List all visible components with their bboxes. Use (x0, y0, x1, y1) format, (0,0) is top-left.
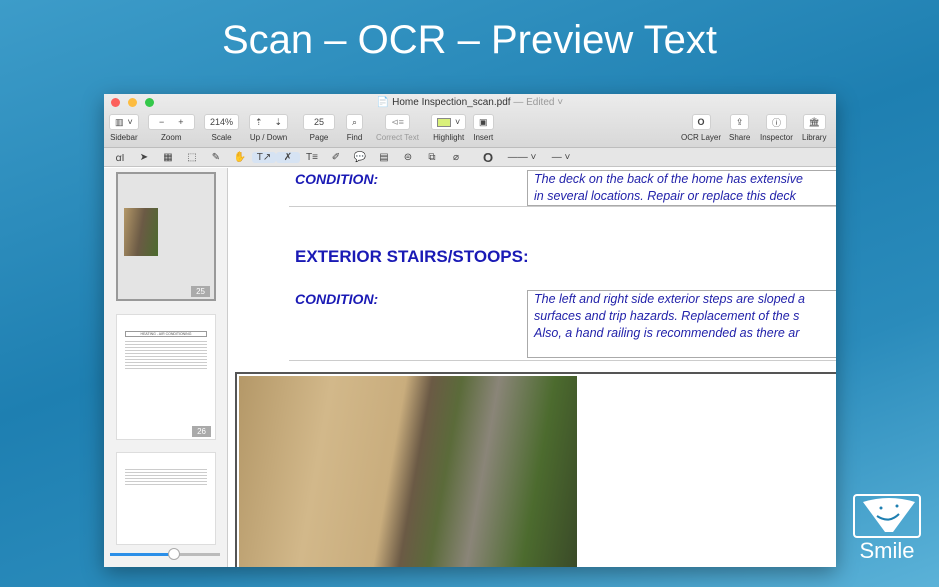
area-select-icon[interactable]: ▦ (156, 152, 180, 163)
stamp-icon[interactable]: ⊜ (396, 152, 420, 163)
edit-text-icon[interactable]: T↗ (252, 151, 276, 163)
zoom-out-button[interactable]: − (159, 117, 164, 127)
stairs-photo (239, 376, 577, 567)
slider-knob[interactable] (168, 548, 180, 560)
text-box-icon[interactable]: T≡ (300, 152, 324, 163)
filename: Home Inspection_scan.pdf (392, 97, 511, 108)
pencil-icon[interactable]: ✎ (204, 152, 228, 163)
zoom-in-button[interactable]: + (178, 117, 183, 127)
text-line: The deck on the back of the home has ext… (534, 172, 803, 186)
thumbnail-size-slider[interactable] (110, 548, 220, 560)
insert-button[interactable]: ▣ Insert (473, 114, 494, 142)
info-icon: ⓘ (771, 117, 781, 128)
document-icon: 📄 (376, 97, 390, 108)
image-icon: ▣ (479, 116, 488, 127)
app-window: 📄 Home Inspection_scan.pdf — Edited ˅ ▥ ˅… (104, 94, 836, 567)
chevron-down-icon: ˅ (127, 117, 133, 127)
text-line: Also, a hand railing is recommended as t… (534, 326, 800, 340)
smile-face-icon (853, 494, 921, 538)
share-icon: ⇪ (735, 116, 744, 127)
label: Page (309, 133, 329, 142)
correct-text-button[interactable]: ⊲≡ Correct Text (376, 114, 419, 142)
thumbnail-page-27[interactable] (116, 452, 216, 545)
title-bar: 📄 Home Inspection_scan.pdf — Edited ˅ ▥ ˅… (104, 94, 836, 148)
find-button[interactable]: ⌕ Find (346, 114, 364, 142)
thumbnail-photo (124, 208, 158, 256)
page-number: 25 (191, 286, 210, 297)
thumbnail-heading: HEATING - AIR CONDITIONING (125, 331, 207, 337)
redact-icon[interactable]: ✗ (276, 151, 300, 163)
ocr-icon: O (697, 117, 705, 127)
label: OCR Layer (681, 133, 722, 142)
page-up-icon[interactable]: ⇡ (255, 117, 263, 128)
thumbnail-text (125, 469, 207, 485)
divider (289, 206, 836, 207)
condition-label: CONDITION: (295, 171, 379, 187)
label: Up / Down (249, 133, 288, 142)
label: Scale (211, 133, 232, 142)
condition-text-box[interactable]: The left and right side exterior steps a… (527, 290, 836, 358)
highlight-color-swatch (437, 117, 451, 127)
smile-logo: Smile (852, 494, 922, 564)
text-select-icon[interactable]: ꭤI (108, 150, 132, 164)
attachment-icon[interactable]: ⌀ (444, 152, 468, 163)
window-title: 📄 Home Inspection_scan.pdf — Edited ˅ (104, 97, 836, 108)
text-line: in several locations. Repair or replace … (534, 189, 796, 203)
search-icon: ⌕ (352, 116, 358, 127)
condition-text-box[interactable]: The deck on the back of the home has ext… (527, 170, 836, 206)
thumbnail-page-25[interactable]: 25 (116, 172, 216, 301)
scale-value[interactable]: 214% (210, 117, 233, 127)
sidebar-icon: ▥ (115, 116, 124, 127)
thumbnail-text (125, 341, 207, 371)
line-style-dropdown[interactable]: —— ˅ (500, 152, 544, 163)
share-button[interactable]: ⇪ Share (729, 114, 750, 142)
thumbnail-sidebar: 25 HEATING - AIR CONDITIONING 26 (104, 168, 228, 567)
label: Inspector (760, 133, 793, 142)
highlight-button[interactable]: ˅ Highlight (431, 114, 467, 142)
highlighter-icon[interactable]: ✐ (324, 152, 348, 163)
library-icon: 🏛 (808, 116, 820, 127)
note-icon[interactable]: ▤ (372, 152, 396, 163)
page-down-icon[interactable]: ⇣ (275, 117, 283, 128)
text-line: surfaces and trip hazards. Replacement o… (534, 309, 800, 323)
correct-text-icon: ⊲≡ (391, 116, 404, 127)
divider (289, 360, 836, 361)
photo-frame (235, 372, 836, 567)
label: Highlight (433, 133, 465, 142)
label: Find (346, 133, 363, 142)
label: Correct Text (376, 133, 419, 142)
text-line: The left and right side exterior steps a… (534, 292, 805, 306)
page-field[interactable]: 25 Page (303, 114, 336, 142)
label: Share (729, 133, 751, 142)
section-heading: EXTERIOR STAIRS/STOOPS: (295, 247, 529, 266)
thumbnail-page-26[interactable]: HEATING - AIR CONDITIONING 26 (116, 314, 216, 440)
arrow-icon[interactable]: ➤ (132, 152, 156, 163)
library-button[interactable]: 🏛 Library (802, 114, 826, 142)
sidebar-button[interactable]: ▥ ˅ Sidebar (109, 114, 139, 142)
annotation-toolbar: ꭤI ➤ ▦ ⬚ ✎ ✋ T↗ ✗ T≡ ✐ 💬 ▤ ⊜ ⧉ ⌀ O —— ˅ … (104, 148, 836, 167)
edited-status[interactable]: — Edited ˅ (513, 97, 563, 108)
comment-icon[interactable]: 💬 (348, 152, 372, 163)
condition-label: CONDITION: (295, 291, 379, 307)
circle-shape-icon[interactable]: O (476, 150, 500, 165)
label: Insert (473, 133, 494, 142)
link-icon[interactable]: ⧉ (420, 152, 444, 163)
page-number: 26 (192, 426, 211, 437)
zoom-control: − + Zoom (148, 114, 195, 142)
page-value[interactable]: 25 (314, 117, 324, 127)
scale-field[interactable]: 214% Scale (204, 114, 240, 142)
marquee-icon[interactable]: ⬚ (180, 152, 204, 163)
label: Zoom (161, 133, 182, 142)
inspector-button[interactable]: ⓘ Inspector (760, 114, 793, 142)
document-view[interactable]: CONDITION: The deck on the back of the h… (229, 168, 836, 567)
line-width-dropdown[interactable]: — ˅ (544, 152, 578, 163)
headline: Scan – OCR – Preview Text (221, 18, 718, 62)
label: Library (802, 133, 827, 142)
hand-icon[interactable]: ✋ (228, 152, 252, 163)
up-down-control: ⇡ ⇣ Up / Down (249, 114, 289, 142)
label: Sidebar (110, 133, 138, 142)
brand-name: Smile (859, 538, 915, 563)
chevron-down-icon: ˅ (455, 117, 461, 127)
ocr-layer-button[interactable]: O OCR Layer (681, 114, 721, 142)
